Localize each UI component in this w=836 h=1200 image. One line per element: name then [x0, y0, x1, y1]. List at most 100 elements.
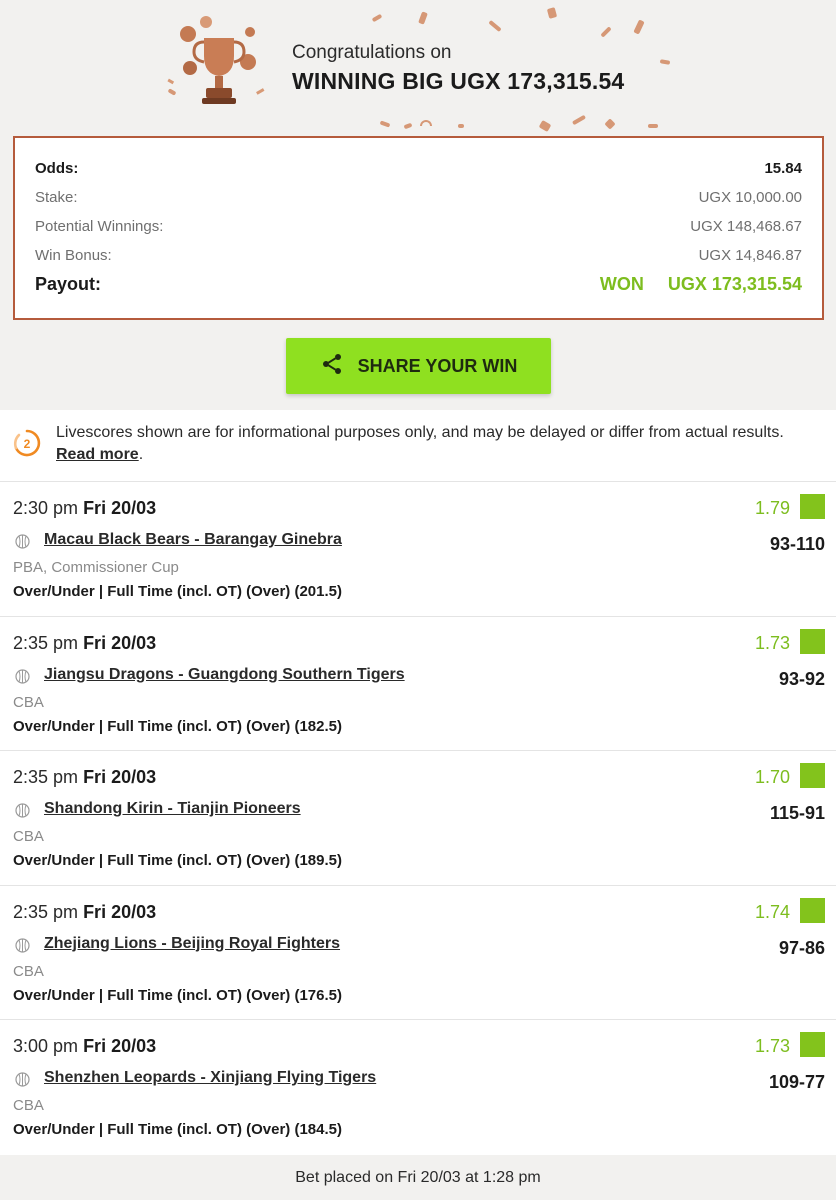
leg-time: 3:00 pm Fri 20/03	[13, 1036, 156, 1057]
bet-leg: 2:30 pm Fri 20/03 1.79 Macau Black Bears…	[0, 482, 836, 617]
share-icon	[320, 352, 344, 381]
confetti	[403, 122, 413, 130]
odds-row: Odds: 15.84	[35, 160, 802, 177]
leg-time: 2:35 pm Fri 20/03	[13, 767, 156, 788]
congrats-text: Congratulations on	[292, 42, 452, 63]
confetti	[418, 11, 428, 25]
bet-summary: Odds: 15.84 Stake: UGX 10,000.00 Potenti…	[13, 136, 824, 320]
notice-text: Livescores shown are for informational p…	[56, 422, 816, 466]
leg-league: CBA	[13, 828, 44, 845]
leg-score: 109-77	[768, 1072, 825, 1092]
leg-time: 2:35 pm Fri 20/03	[13, 633, 156, 654]
bonus-label: Win Bonus:	[35, 247, 112, 264]
confetti	[546, 7, 558, 19]
confetti	[488, 19, 502, 33]
bonus-value: UGX 14,846.87	[698, 247, 802, 264]
confetti	[458, 124, 464, 128]
odds-label: Odds:	[35, 160, 79, 177]
basketball-icon	[15, 1072, 30, 1087]
confetti	[371, 13, 383, 23]
livescore-icon: 2	[12, 428, 42, 458]
leg-time-value: 2:30 pm	[13, 498, 79, 518]
basketball-icon	[15, 937, 30, 953]
confetti	[633, 19, 645, 35]
share-win-button[interactable]: SHARE YOUR WIN	[286, 338, 551, 394]
leg-league: CBA	[13, 962, 44, 980]
basketball-icon	[15, 803, 30, 818]
leg-time: 2:35 pm Fri 20/03	[13, 902, 156, 923]
leg-time: 2:30 pm Fri 20/03	[13, 498, 156, 519]
leg-time-value: 3:00 pm	[13, 1036, 79, 1056]
leg-score: 93-110	[769, 534, 825, 554]
leg-score: 93-92	[778, 668, 825, 689]
leg-date: Fri 20/03	[83, 901, 157, 922]
read-more-link[interactable]: Read more	[56, 446, 139, 463]
bet-leg: 2:35 pm Fri 20/03 1.73 Jiangsu Dragons -…	[0, 617, 836, 751]
payout-value: UGX 173,315.54	[667, 274, 802, 294]
confetti	[648, 124, 658, 128]
trophy-icon	[160, 12, 270, 112]
odds-value: 15.84	[764, 160, 802, 177]
leg-market: Over/Under | Full Time (incl. OT) (Over)…	[13, 986, 342, 1004]
notice-body: Livescores shown are for informational p…	[56, 424, 784, 441]
potential-value: UGX 148,468.67	[690, 218, 802, 235]
leg-market: Over/Under | Full Time (incl. OT) (Over)…	[13, 1121, 342, 1138]
stake-row: Stake: UGX 10,000.00	[35, 189, 802, 206]
share-label: SHARE YOUR WIN	[357, 355, 518, 376]
livescore-notice: 2 Livescores shown are for informational…	[0, 410, 836, 482]
basketball-icon	[15, 668, 30, 684]
leg-market: Over/Under | Full Time (incl. OT) (Over)…	[13, 852, 342, 869]
payout-label: Payout:	[35, 274, 102, 294]
leg-score: 115-91	[769, 803, 825, 823]
notice-end: .	[138, 446, 144, 463]
leg-league: CBA	[13, 693, 44, 711]
bet-legs-list: 2:30 pm Fri 20/03 1.79 Macau Black Bears…	[0, 482, 836, 1155]
leg-won-indicator	[800, 763, 825, 788]
confetti	[600, 26, 612, 38]
confetti	[659, 59, 671, 65]
leg-score: 97-86	[778, 937, 825, 958]
leg-market: Over/Under | Full Time (incl. OT) (Over)…	[13, 583, 342, 600]
leg-match-link[interactable]: Shandong Kirin - Tianjin Pioneers	[44, 800, 301, 818]
payout-row: Payout: WON UGX 173,315.54	[35, 274, 802, 295]
bet-leg: 3:00 pm Fri 20/03 1.73 Shenzhen Leopards…	[0, 1020, 836, 1155]
potential-row: Potential Winnings: UGX 148,468.67	[35, 218, 802, 235]
basketball-icon	[15, 534, 30, 549]
bet-leg: 2:35 pm Fri 20/03 1.74 Zhejiang Lions - …	[0, 886, 836, 1020]
win-banner: Congratulations on WINNING BIG UGX 173,3…	[0, 0, 836, 410]
payout-info: WON UGX 173,315.54	[600, 274, 802, 295]
leg-match-link[interactable]: Zhejiang Lions - Beijing Royal Fighters	[44, 935, 340, 953]
stake-value: UGX 10,000.00	[698, 189, 802, 206]
leg-won-indicator	[800, 628, 825, 654]
leg-odds: 1.73	[754, 1036, 790, 1056]
leg-match-link[interactable]: Macau Black Bears - Barangay Ginebra	[44, 531, 342, 549]
leg-league: CBA	[13, 1097, 44, 1114]
leg-odds: 1.70	[754, 767, 790, 787]
leg-date: Fri 20/03	[83, 498, 157, 518]
leg-won-indicator	[800, 494, 825, 519]
leg-time-value: 2:35 pm	[13, 901, 79, 922]
leg-time-value: 2:35 pm	[13, 632, 79, 653]
bet-placed-footer: Bet placed on Fri 20/03 at 1:28 pm	[0, 1155, 836, 1200]
payout-status: WON	[599, 274, 644, 294]
confetti	[604, 118, 616, 130]
leg-odds: 1.73	[754, 632, 790, 653]
leg-match-link[interactable]: Jiangsu Dragons - Guangdong Southern Tig…	[44, 666, 405, 684]
svg-text:2: 2	[24, 437, 31, 451]
leg-time-value: 2:35 pm	[13, 767, 79, 787]
leg-match-link[interactable]: Shenzhen Leopards - Xinjiang Flying Tige…	[44, 1069, 376, 1087]
leg-date: Fri 20/03	[83, 632, 157, 653]
leg-date: Fri 20/03	[83, 1036, 157, 1056]
confetti	[538, 120, 552, 132]
confetti	[571, 114, 587, 126]
leg-won-indicator	[800, 1032, 825, 1057]
leg-odds: 1.79	[754, 498, 790, 518]
win-amount-title: WINNING BIG UGX 173,315.54	[292, 68, 625, 94]
bonus-row: Win Bonus: UGX 14,846.87	[35, 247, 802, 264]
leg-won-indicator	[800, 897, 825, 923]
confetti	[379, 120, 391, 128]
bet-leg: 2:35 pm Fri 20/03 1.70 Shandong Kirin - …	[0, 751, 836, 886]
confetti	[420, 120, 432, 126]
leg-odds: 1.74	[754, 901, 790, 922]
leg-league: PBA, Commissioner Cup	[13, 559, 179, 576]
